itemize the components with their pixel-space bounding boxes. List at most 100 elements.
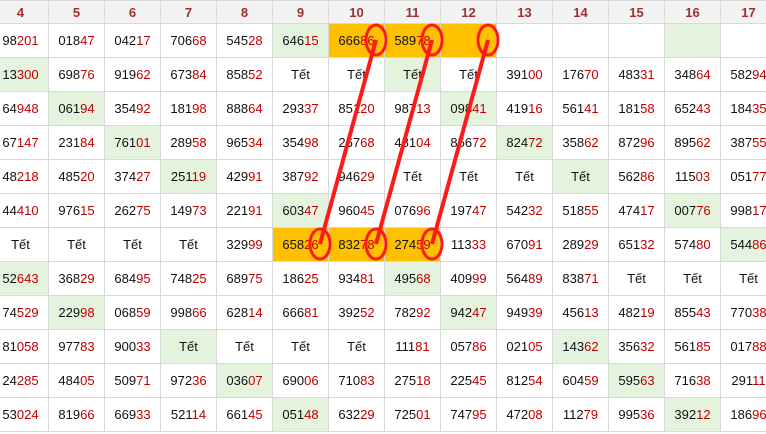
result-cell: 85120 xyxy=(328,91,385,126)
number-tail: 43 xyxy=(696,305,711,320)
number-head: 184 xyxy=(730,101,753,116)
result-cell: 26275 xyxy=(104,193,161,228)
number-head: 356 xyxy=(618,339,641,354)
number-tail: 88 xyxy=(752,339,766,354)
column-header: 7 xyxy=(160,0,217,24)
result-cell: 89562 xyxy=(664,125,721,160)
number-tail: 38 xyxy=(752,305,766,320)
result-cell: 07696 xyxy=(384,193,441,228)
result-cell: 48405 xyxy=(48,363,105,398)
number-tail: 70 xyxy=(584,67,599,82)
number-tail: 26 xyxy=(304,237,319,252)
number-tail: 300 xyxy=(16,67,39,82)
number-head: 181 xyxy=(170,101,193,116)
number-head: 017 xyxy=(730,339,753,354)
result-cell: 81254 xyxy=(496,363,553,398)
number-head: 858 xyxy=(226,67,249,82)
number-head: 646 xyxy=(282,33,305,48)
number-head: 181 xyxy=(618,101,641,116)
number-head: 855 xyxy=(674,305,697,320)
number-head: 545 xyxy=(226,33,249,48)
number-head: 472 xyxy=(506,407,529,422)
number-head: 67 xyxy=(2,135,17,150)
result-cell: 40999 xyxy=(440,261,497,296)
number-tail: 04 xyxy=(416,135,431,150)
number-head: 747 xyxy=(450,407,473,422)
result-cell: 64948 xyxy=(0,91,49,126)
number-tail: 68 xyxy=(416,271,431,286)
result-cell: 85543 xyxy=(664,295,721,330)
result-cell: 39212 xyxy=(664,397,721,432)
number-head: 661 xyxy=(226,407,249,422)
holiday-label: Tết xyxy=(123,237,142,252)
result-cell: 85852 xyxy=(216,57,273,92)
number-tail: 43 xyxy=(696,101,711,116)
number-tail: 45 xyxy=(360,203,375,218)
number-tail: 77 xyxy=(752,169,766,184)
number-head: 229 xyxy=(58,305,81,320)
number-tail: 17 xyxy=(752,203,766,218)
number-tail: 62 xyxy=(584,135,599,150)
number-tail: 91 xyxy=(248,203,263,218)
result-cell: Tết xyxy=(272,329,329,364)
number-head: 274 xyxy=(394,237,417,252)
result-cell: 19747 xyxy=(440,193,497,228)
number-tail: 47 xyxy=(304,203,319,218)
result-cell: 74795 xyxy=(440,397,497,432)
result-cell: 88864 xyxy=(216,91,273,126)
number-head: 690 xyxy=(282,373,305,388)
result-cell: 18435 xyxy=(720,91,766,126)
result-cell: 85672 xyxy=(440,125,497,160)
number-head: 036 xyxy=(226,373,249,388)
number-head: 895 xyxy=(674,135,697,150)
number-tail: 36 xyxy=(192,373,207,388)
number-tail: 25 xyxy=(192,271,207,286)
number-head: 949 xyxy=(506,305,529,320)
result-cell: 62814 xyxy=(216,295,273,330)
number-tail: 29 xyxy=(360,169,375,184)
number-head: 972 xyxy=(170,373,193,388)
number-head: 289 xyxy=(170,135,193,150)
number-head: 604 xyxy=(562,373,585,388)
number-head: 74 xyxy=(2,305,17,320)
column-header-row: 4 5 6 7 8 9 10 11 12 13 14 15 16 17 xyxy=(0,0,766,24)
holiday-label: Tết xyxy=(291,339,310,354)
result-cell: 71083 xyxy=(328,363,385,398)
number-head: 53 xyxy=(2,407,17,422)
result-cell: 05148 xyxy=(272,397,329,432)
number-head: 673 xyxy=(170,67,193,82)
number-head: 387 xyxy=(282,169,305,184)
table-row: 48218 48520 37427 25119 42991 38792 94629 Tết Tế… xyxy=(0,159,766,194)
column-header: 12 xyxy=(440,0,497,24)
number-head: 977 xyxy=(58,339,81,354)
number-tail: 78 xyxy=(360,237,375,252)
result-cell: 51855 xyxy=(552,193,609,228)
number-head: 689 xyxy=(226,271,249,286)
holiday-label: Tết xyxy=(459,67,478,82)
result-cell: Tết xyxy=(496,159,553,194)
result-cell: 42991 xyxy=(216,159,273,194)
result-cell: 65826 xyxy=(272,227,329,262)
number-tail: 86 xyxy=(640,169,655,184)
number-tail: 45 xyxy=(248,407,263,422)
number-tail: 529 xyxy=(16,305,39,320)
number-head: 051 xyxy=(282,407,305,422)
number-tail: 64 xyxy=(696,67,711,82)
number-head: 374 xyxy=(114,169,137,184)
number-tail: 66 xyxy=(80,407,95,422)
table-row: 74529 22998 06859 99866 62814 66681 39252 78292… xyxy=(0,295,766,330)
result-cell: 26768 xyxy=(328,125,385,160)
number-tail: 98 xyxy=(192,101,207,116)
result-cell: Tết xyxy=(720,261,766,296)
number-head: 900 xyxy=(114,339,137,354)
holiday-label: Tết xyxy=(627,271,646,286)
number-tail: 91 xyxy=(528,237,543,252)
result-cell: 67147 xyxy=(0,125,49,160)
number-tail: 68 xyxy=(192,33,207,48)
number-head: 574 xyxy=(674,237,697,252)
holiday-label: Tết xyxy=(347,67,366,82)
number-head: 960 xyxy=(338,203,361,218)
result-cell: 65243 xyxy=(664,91,721,126)
number-tail: 84 xyxy=(80,135,95,150)
number-tail: 285 xyxy=(16,373,39,388)
